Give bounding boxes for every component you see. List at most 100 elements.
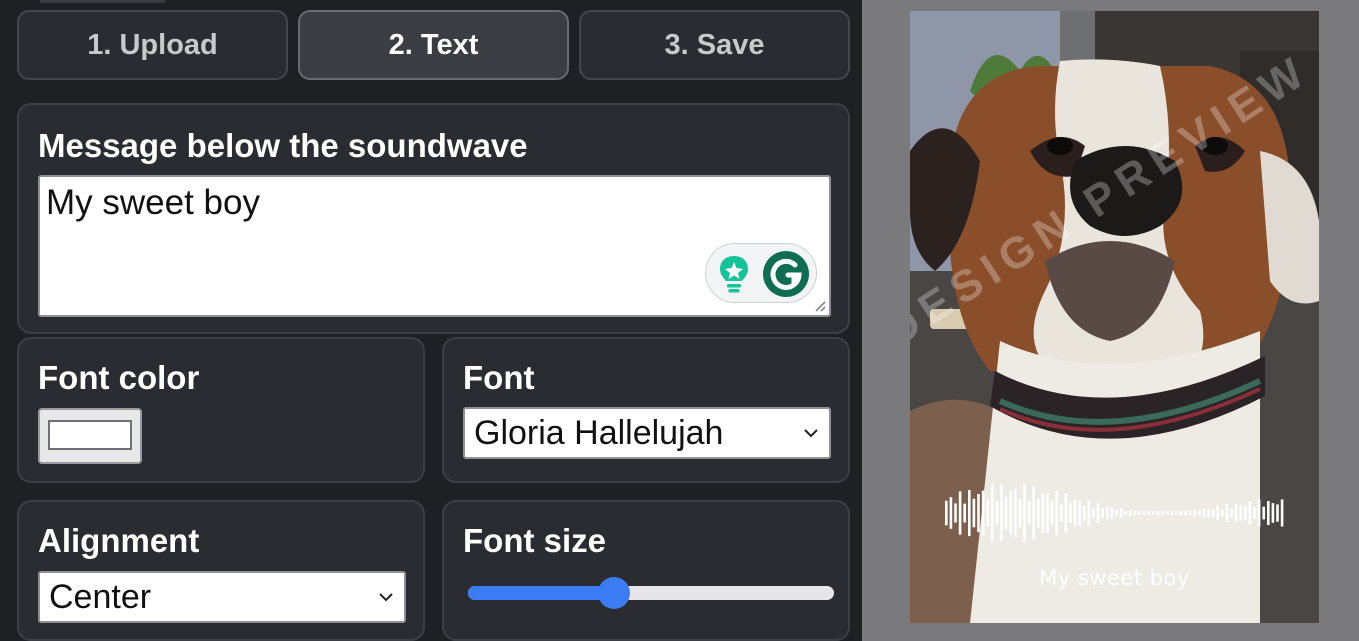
soundwave-bar (1271, 503, 1275, 523)
soundwave-bar (1018, 498, 1022, 528)
soundwave-bar (1023, 484, 1026, 542)
soundwave-bar (1060, 504, 1063, 522)
soundwave-bar (1041, 493, 1045, 533)
soundwave-bar (1009, 491, 1012, 535)
message-title: Message below the soundwave (38, 127, 528, 164)
message-input-value: My sweet boy (46, 183, 260, 222)
soundwave-bar (1119, 508, 1123, 518)
soundwave-bar (1004, 496, 1008, 530)
soundwave-bar (1046, 493, 1049, 533)
soundwave-bar (1064, 493, 1068, 533)
soundwave-bar (1069, 503, 1072, 523)
font-card: Font Gloria Hallelujah (442, 337, 850, 483)
soundwave-bar (1216, 505, 1219, 520)
soundwave-bar (1133, 511, 1137, 515)
font-size-slider-fill (468, 586, 615, 600)
soundwave-bar (1000, 484, 1003, 542)
alignment-card: Alignment Center (17, 500, 425, 641)
font-color-title: Font color (38, 359, 200, 396)
tab-save[interactable]: 3. Save (579, 10, 850, 80)
soundwave-bar (1027, 501, 1031, 525)
soundwave-bar (1032, 486, 1035, 540)
soundwave-bar (1083, 505, 1086, 521)
soundwave-bar (954, 503, 957, 523)
alignment-title: Alignment (38, 522, 200, 559)
soundwave-bar (1179, 511, 1183, 515)
alignment-select-value: Center (49, 577, 152, 616)
soundwave-bar (1050, 501, 1054, 525)
font-size-slider-thumb[interactable] (598, 577, 631, 609)
preview-caption: My sweet boy (1039, 566, 1190, 590)
font-color-picker[interactable] (38, 408, 142, 464)
soundwave-bar (1115, 509, 1118, 517)
soundwave-bar (1110, 507, 1114, 519)
soundwave-bar (1244, 506, 1247, 520)
soundwave-bar (1147, 511, 1150, 515)
soundwave-bar (1234, 504, 1238, 522)
top-divider (40, 0, 165, 3)
soundwave-bar (1221, 509, 1224, 517)
font-select[interactable]: Gloria Hallelujah (463, 407, 831, 459)
soundwave-bar (995, 501, 999, 525)
soundwave-bar (986, 499, 989, 527)
font-title: Font (463, 359, 535, 396)
soundwave-bar (1239, 505, 1242, 521)
tab-upload[interactable]: 1. Upload (17, 10, 288, 80)
soundwave-bar (1106, 506, 1109, 520)
tab-text[interactable]: 2. Text (298, 10, 569, 80)
soundwave-bar (1096, 502, 1100, 524)
soundwave-bar (1230, 508, 1233, 518)
editor-panel: 1. Upload 2. Text 3. Save Message below … (0, 0, 862, 641)
resize-grip-icon[interactable] (814, 300, 826, 312)
message-card: Message below the soundwave My sweet boy (17, 103, 850, 334)
soundwave-bar (1225, 504, 1229, 522)
soundwave-bar (991, 484, 994, 542)
soundwave-bar (1202, 508, 1206, 518)
soundwave-bar (1055, 490, 1058, 536)
soundwave-bar (963, 503, 966, 523)
soundwave-bar (1129, 509, 1132, 517)
soundwave-bar (1165, 511, 1169, 515)
soundwave-bar (977, 494, 980, 533)
soundwave-bar (1156, 511, 1160, 515)
chevron-down-icon (804, 429, 818, 438)
soundwave-bar (968, 490, 971, 537)
soundwave-bar (1170, 511, 1173, 515)
soundwave-bar (1087, 500, 1091, 526)
soundwave-bar (1092, 508, 1095, 518)
soundwave-bar (1078, 500, 1081, 526)
soundwave-bar (1280, 499, 1284, 527)
grammarly-widget[interactable] (705, 243, 817, 303)
soundwave-bar (1207, 508, 1210, 518)
soundwave-bar (1262, 506, 1265, 520)
tab-upload-label: 1. Upload (87, 28, 218, 61)
grammarly-suggestion-icon[interactable] (716, 254, 752, 294)
soundwave-bar (1211, 509, 1215, 517)
tab-save-label: 3. Save (664, 28, 765, 61)
preview-panel: DESIGN PREVIEW My sweet boy (862, 0, 1359, 641)
font-color-swatch (48, 420, 132, 450)
alignment-select[interactable]: Center (38, 571, 406, 623)
soundwave-bar (981, 490, 985, 536)
tab-text-label: 2. Text (388, 28, 479, 61)
soundwave-bar (949, 497, 953, 529)
font-color-card: Font color (17, 337, 425, 483)
design-preview: DESIGN PREVIEW My sweet boy (910, 11, 1319, 623)
message-input[interactable]: My sweet boy (38, 175, 831, 317)
soundwave-bar (1142, 511, 1146, 515)
soundwave-bar (1161, 511, 1164, 515)
grammarly-logo-icon[interactable] (762, 250, 810, 298)
chevron-down-icon (379, 593, 393, 602)
soundwave-bar (958, 491, 962, 535)
soundwave-bar (1014, 489, 1017, 537)
soundwave-bar (1138, 511, 1141, 515)
soundwave-bar (1253, 507, 1256, 519)
soundwave-bar (1184, 510, 1187, 516)
font-size-slider-track[interactable] (468, 586, 834, 600)
soundwave-bar (1152, 511, 1155, 515)
soundwave-bar (1248, 501, 1252, 525)
soundwave-bar (1175, 511, 1178, 515)
soundwave-bar (1267, 501, 1270, 525)
font-size-card: Font size (442, 500, 850, 641)
soundwave-bar (1188, 511, 1192, 515)
